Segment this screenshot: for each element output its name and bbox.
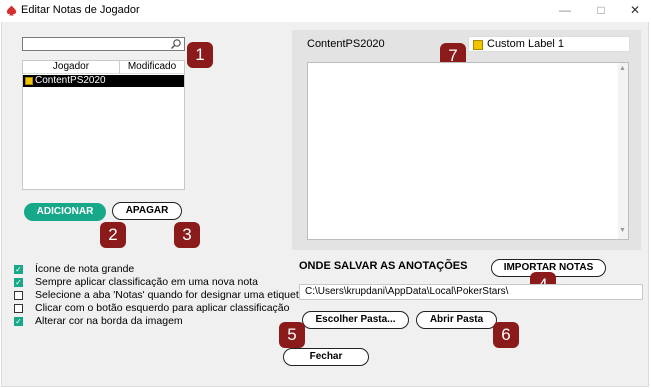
option-label: Clicar com o botão esquerdo para aplicar… — [35, 302, 290, 314]
option-label: Selecione a aba 'Notas' quando for desig… — [35, 289, 305, 301]
app-logo-icon — [6, 5, 17, 16]
checkbox-border-color[interactable]: ✓ — [14, 317, 23, 326]
callout-badge-6: 6 — [493, 322, 519, 348]
notes-player-name: ContentPS2020 — [307, 38, 385, 50]
player-name: ContentPS2020 — [35, 75, 106, 86]
scroll-down-icon[interactable]: ▼ — [619, 227, 626, 234]
checkbox-left-click-rating[interactable] — [14, 304, 23, 313]
close-icon[interactable]: ✕ — [620, 0, 650, 22]
column-header-modificado[interactable]: Modificado — [120, 61, 184, 74]
option-label: Ícone de nota grande — [35, 263, 135, 275]
minimize-icon[interactable]: — — [550, 0, 580, 22]
checkbox-select-notes-tab[interactable] — [14, 291, 23, 300]
label-color-swatch — [25, 77, 33, 85]
notes-textarea[interactable] — [307, 62, 629, 240]
list-item[interactable]: ContentPS2020 — [23, 75, 184, 87]
delete-button[interactable]: APAGAR — [112, 202, 182, 220]
open-folder-button[interactable]: Abrir Pasta — [416, 311, 497, 329]
search-input[interactable] — [22, 37, 185, 51]
option-label: Alterar cor na borda da imagem — [35, 315, 183, 327]
scroll-up-icon[interactable]: ▲ — [619, 65, 626, 72]
notes-scrollbar[interactable]: ▲ ▼ — [618, 63, 628, 239]
label-dropdown[interactable]: Custom Label 1 — [468, 36, 630, 52]
close-button[interactable]: Fechar — [283, 348, 369, 366]
label-dropdown-value: Custom Label 1 — [487, 38, 565, 50]
checkbox-large-note-icon[interactable]: ✓ — [14, 265, 23, 274]
callout-badge-2: 2 — [100, 222, 126, 248]
choose-folder-button[interactable]: Escolher Pasta... — [302, 311, 409, 329]
save-path-field[interactable]: C:\Users\krupdani\AppData\Local\PokerSta… — [299, 284, 643, 300]
column-header-jogador[interactable]: Jogador — [23, 61, 120, 74]
callout-badge-5: 5 — [279, 322, 305, 348]
label-color-swatch — [473, 40, 483, 50]
add-button[interactable]: ADICIONAR — [24, 203, 106, 221]
callout-badge-3: 3 — [174, 222, 200, 248]
search-icon[interactable] — [170, 38, 182, 50]
save-location-heading: ONDE SALVAR AS ANOTAÇÕES — [299, 260, 468, 272]
callout-badge-1: 1 — [187, 42, 213, 68]
checkbox-always-apply-rating[interactable]: ✓ — [14, 278, 23, 287]
option-label: Sempre aplicar classificação em uma nova… — [35, 276, 258, 288]
maximize-icon[interactable]: □ — [586, 0, 616, 22]
window-title: Editar Notas de Jogador — [21, 4, 140, 16]
